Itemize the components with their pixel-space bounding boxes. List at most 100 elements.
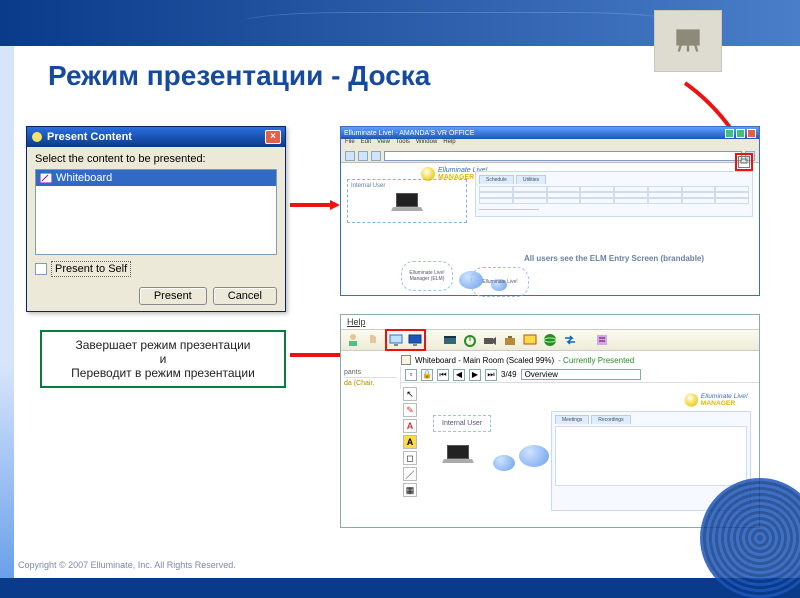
content-list[interactable]: Whiteboard: [35, 169, 277, 255]
line-tool-icon[interactable]: ／: [403, 467, 417, 481]
elm-browser-screenshot: Elluminate Live! - AMANDA'S VR OFFICE Fi…: [340, 126, 760, 296]
slide-left-band: [0, 46, 14, 578]
menu-item[interactable]: Help: [443, 139, 455, 149]
present-to-self-label: Present to Self: [51, 261, 131, 277]
participant-name: da (Chair,: [344, 380, 397, 387]
back-icon[interactable]: [345, 151, 355, 161]
tab-recordings[interactable]: Recordings: [591, 415, 630, 424]
whiteboard-area: ▫ 🔒 ⏮ ◀ ▶ ⏭ 3/49 Overview ↖ ✎ A A ◻ ／ ▦: [401, 367, 759, 389]
internal-user-label: Internal User: [351, 183, 463, 189]
footer-copyright: Copyright © 2007 Elluminate, Inc. All Ri…: [18, 560, 236, 570]
image-tool-icon[interactable]: ▦: [403, 483, 417, 497]
present-mode-buttons-highlight: [385, 329, 426, 351]
timer-icon[interactable]: [462, 332, 478, 348]
page-counter: 3/49: [501, 370, 517, 379]
explanation-line2: и: [52, 352, 274, 366]
tab-utilities[interactable]: Utilities: [516, 175, 546, 184]
easel-icon: [674, 27, 702, 55]
list-item-whiteboard[interactable]: Whiteboard: [36, 170, 276, 186]
collapse-icon[interactable]: [401, 355, 411, 365]
participants-header: pants: [344, 369, 397, 378]
forward-icon[interactable]: [358, 151, 368, 161]
last-page-button[interactable]: ⏭: [485, 369, 497, 381]
lock-icon[interactable]: 🔒: [421, 369, 433, 381]
browser-toolbar: [341, 149, 759, 163]
elluminate-logo: Elluminate Live!MANAGER: [684, 393, 747, 406]
close-button[interactable]: ×: [265, 130, 281, 144]
whiteboard-canvas[interactable]: Elluminate Live!MANAGER Internal User Me…: [423, 385, 759, 389]
new-page-icon[interactable]: ▫: [405, 369, 417, 381]
globe-icon[interactable]: [542, 332, 558, 348]
list-item-label: Whiteboard: [56, 172, 112, 184]
camera-icon[interactable]: [482, 332, 498, 348]
present-mode-button[interactable]: [738, 156, 750, 168]
browser-titlebar: Elluminate Live! - AMANDA'S VR OFFICE: [341, 127, 759, 139]
maximize-icon[interactable]: [736, 129, 745, 138]
prev-page-button[interactable]: ◀: [453, 369, 465, 381]
browser-title: Elluminate Live! - AMANDA'S VR OFFICE: [344, 130, 474, 137]
cloud-elm: Elluminate Live! Manager (ELM): [401, 261, 453, 291]
easel-icon: [740, 158, 748, 166]
app-icon: [31, 131, 43, 143]
tab-meetings[interactable]: Meetings: [555, 415, 589, 424]
menu-item[interactable]: Window: [416, 139, 437, 149]
menu-item[interactable]: File: [345, 139, 355, 149]
whiteboard-status: - Currently Presented: [558, 356, 634, 365]
browser-menu: File Edit View Tools Window Help: [341, 139, 759, 149]
minimize-icon[interactable]: [725, 129, 734, 138]
present-mode-icon-box: [654, 10, 722, 72]
internal-user-label: Internal User: [433, 415, 491, 432]
entry-screen-caption: All users see the ELM Entry Screen (bran…: [475, 254, 753, 263]
dialog-titlebar: Present Content ×: [27, 127, 285, 147]
text-tool-icon[interactable]: A: [403, 419, 417, 433]
help-menu[interactable]: Help: [341, 315, 759, 329]
menu-item[interactable]: Edit: [361, 139, 371, 149]
present-to-self-checkbox[interactable]: [35, 263, 47, 275]
explanation-box: Завершает режим презентации и Переводит …: [40, 330, 286, 388]
laptop-icon: [443, 445, 473, 467]
slide-title: Режим презентации - Доска: [48, 60, 430, 92]
first-page-button[interactable]: ⏮: [437, 369, 449, 381]
cancel-button[interactable]: Cancel: [213, 287, 277, 305]
tool-palette: ↖ ✎ A A ◻ ／ ▦: [401, 385, 419, 499]
pen-tool-icon[interactable]: ✎: [403, 403, 417, 417]
present-mode-button-highlight: [735, 153, 753, 171]
refresh-icon[interactable]: [371, 151, 381, 161]
address-bar[interactable]: [384, 151, 742, 161]
whiteboard-title: Whiteboard - Main Room (Scaled 99%): [415, 356, 554, 365]
pointer-tool-icon[interactable]: ↖: [403, 387, 417, 401]
whiteboard-header: Whiteboard - Main Room (Scaled 99%) - Cu…: [401, 355, 759, 365]
next-page-button[interactable]: ▶: [469, 369, 481, 381]
exit-present-button[interactable]: [388, 332, 404, 348]
elluminate-toolbar-screenshot: Help Whiteboard - Main Room (Scaled 99%)…: [340, 314, 760, 528]
raise-hand-icon[interactable]: [365, 332, 381, 348]
profile-icon[interactable]: [345, 332, 361, 348]
schedule-text: ————————————: [479, 207, 749, 213]
present-content-dialog: Present Content × Select the content to …: [26, 126, 286, 312]
transfer-icon[interactable]: [562, 332, 578, 348]
arrow-right-1-icon: [290, 200, 340, 210]
film-icon[interactable]: [442, 332, 458, 348]
present-button[interactable]: Present: [139, 287, 207, 305]
tab-schedule[interactable]: Schedule: [479, 175, 514, 184]
menu-item[interactable]: View: [377, 139, 390, 149]
participants-panel: pants da (Chair,: [341, 367, 401, 389]
laptop-icon: [392, 193, 422, 215]
fill-text-tool-icon[interactable]: A: [403, 435, 417, 449]
note-icon[interactable]: [594, 332, 610, 348]
enter-present-button[interactable]: [407, 332, 423, 348]
internal-user-box: Internal User: [347, 179, 467, 223]
menu-item[interactable]: Tools: [396, 139, 410, 149]
elm-schedule-panel: Schedule Utilities ————————————: [475, 171, 753, 217]
cloud-elive: Elluminate Live!: [471, 267, 529, 297]
dialog-label: Select the content to be presented:: [35, 153, 277, 165]
bubble-icon: [493, 455, 515, 471]
screen-share-icon[interactable]: [522, 332, 538, 348]
calendar-grid: [479, 186, 749, 204]
close-icon[interactable]: [747, 129, 756, 138]
bulb-icon: [684, 393, 697, 406]
bubble-icon: [519, 445, 549, 467]
view-selector[interactable]: Overview: [521, 369, 641, 380]
briefcase-icon[interactable]: [502, 332, 518, 348]
shape-tool-icon[interactable]: ◻: [403, 451, 417, 465]
